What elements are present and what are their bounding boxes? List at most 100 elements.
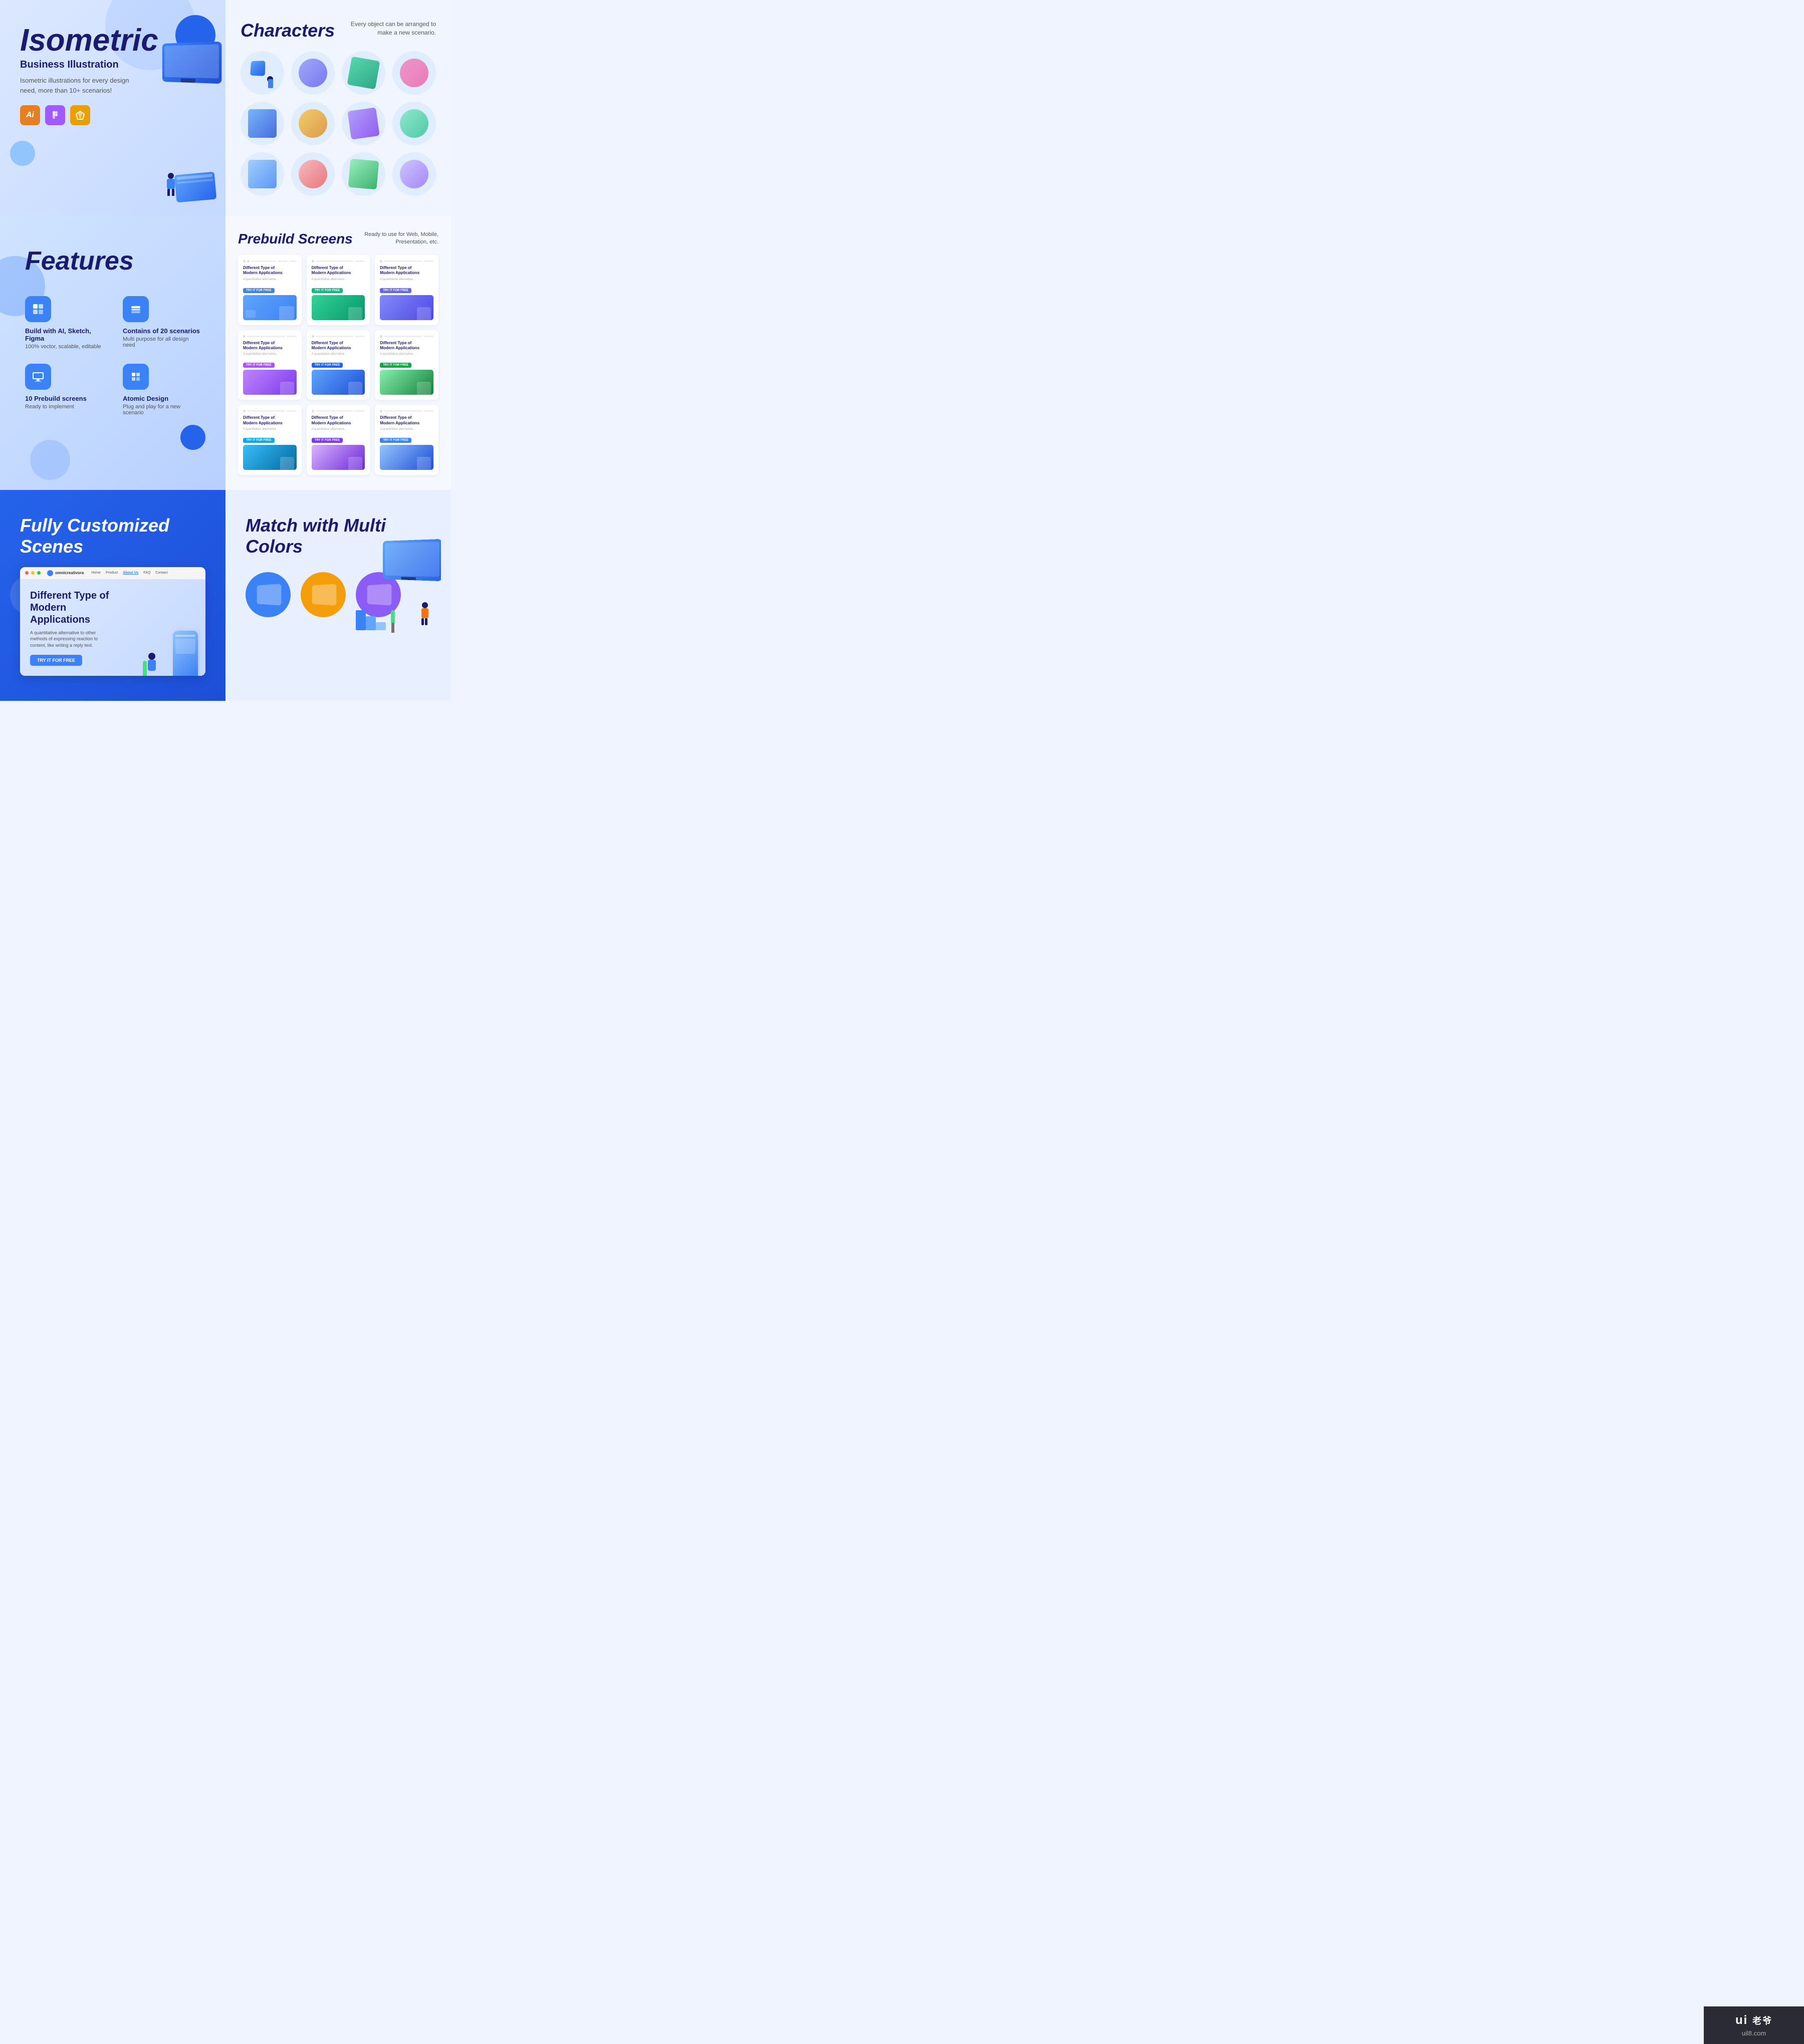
char-5 (241, 102, 284, 145)
char-6 (291, 102, 335, 145)
nav-about[interactable]: About Us (123, 571, 138, 575)
prebuild-panel: Prebuild Screens Ready to use for Web, M… (225, 216, 451, 490)
sc4-btn[interactable]: TRY IT FOR FREE (243, 363, 275, 368)
iso-steps (356, 610, 386, 630)
sc6-header (380, 335, 433, 338)
mini-cta-button[interactable]: TRY IT FOR FREE (30, 655, 82, 666)
figma-svg (50, 110, 60, 120)
feature-4-name: Atomic Design (123, 395, 200, 402)
nav-contact: Contact (155, 571, 167, 575)
hero-title: Isometric (20, 25, 205, 56)
sc7-btn[interactable]: TRY IT FOR FREE (243, 438, 275, 443)
sc8-btn[interactable]: TRY IT FOR FREE (312, 438, 343, 443)
custom-title: Fully Customized Scenes (20, 515, 205, 557)
custom-panel: Fully Customized Scenes omnicreativora H… (0, 490, 225, 701)
blob-2 (30, 440, 70, 480)
browser-dot-red (25, 571, 29, 575)
sc6-btn[interactable]: TRY IT FOR FREE (380, 363, 411, 368)
browser-logo-text: omnicreativora (55, 571, 84, 575)
feature-4-sub: Plug and play for a new scenario (123, 404, 200, 416)
layers-icon (129, 302, 143, 316)
browser-dot-yellow (31, 571, 35, 575)
sc2-img (312, 295, 365, 320)
sc6-text: A quantitative alternative... (380, 353, 433, 357)
ai-icon-badge: Ai (20, 105, 40, 125)
sc9-img (380, 445, 433, 470)
sc2-btn[interactable]: TRY IT FOR FREE (312, 288, 343, 293)
char-11 (342, 152, 385, 196)
color-bubble-blue (246, 572, 291, 617)
char-4 (392, 51, 436, 95)
char-1 (241, 51, 284, 95)
blob-3 (180, 425, 205, 450)
hero-tool-icons: Ai (20, 105, 205, 125)
feature-3-icon-box (25, 364, 51, 390)
prebuild-title: Prebuild Screens (238, 231, 353, 247)
top-section: Isometric Business Illustration Isometri… (0, 0, 451, 216)
prebuild-header: Prebuild Screens Ready to use for Web, M… (238, 231, 438, 247)
char-8 (392, 102, 436, 145)
figma-icon-badge (45, 105, 65, 125)
browser-nav: Home Product About Us FAQ Contact (91, 571, 167, 575)
sc5-title: Different Type ofModern Applications (312, 341, 365, 351)
iso-screen-2 (174, 172, 216, 203)
build-icon (31, 302, 45, 316)
feature-2-name: Contains of 20 scenarios (123, 327, 200, 335)
sc3-text: A quantitative alternative... (380, 278, 433, 282)
sc4-header (243, 335, 297, 338)
browser-iso-img (140, 606, 200, 676)
sc7-header (243, 410, 297, 412)
feature-1-sub: 100% vector, scalable, editable (25, 344, 103, 350)
screen-card-5: Different Type ofModern Applications A q… (307, 330, 370, 400)
mini-hero-desc: A quantitative alternative to other meth… (30, 630, 105, 649)
sc3-title: Different Type ofModern Applications (380, 266, 433, 276)
hero-desc: Isometric illustrations for every design… (20, 76, 135, 95)
char-10 (291, 152, 335, 196)
sc2-title: Different Type ofModern Applications (312, 266, 365, 276)
sc3-btn[interactable]: TRY IT FOR FREE (380, 288, 411, 293)
char-9 (241, 152, 284, 196)
screen-card-8: Different Type ofModern Applications A q… (307, 405, 370, 475)
browser-bar: omnicreativora Home Product About Us FAQ… (20, 567, 205, 580)
feature-3-sub: Ready to implement (25, 404, 103, 410)
sc4-text: A quantitative alternative... (243, 353, 297, 357)
person-fig-1 (166, 173, 175, 196)
screen-card-7: Different Type ofModern Applications A q… (238, 405, 302, 475)
feature-2-sub: Multi purpose for all design need (123, 336, 200, 348)
feature-2: Contains of 20 scenarios Multi purpose f… (123, 296, 200, 350)
sc6-img (380, 370, 433, 395)
screens-grid: Different Type ofModern Applications A q… (238, 255, 438, 475)
nav-home: Home (91, 571, 101, 575)
prebuild-desc: Ready to use for Web, Mobile, Presentati… (358, 231, 438, 246)
char-3 (342, 51, 385, 95)
feature-1-icon-box (25, 296, 51, 322)
features-grid: Build with AI, Sketch, Figma 100% vector… (25, 296, 200, 416)
screen-card-2: Different Type ofModern Applications A q… (307, 255, 370, 325)
sc5-text: A quantitative alternative... (312, 353, 365, 357)
screen-card-1: Different Type ofModern Applications A q… (238, 255, 302, 325)
screen-card-4: Different Type ofModern Applications A q… (238, 330, 302, 400)
sc4-img (243, 370, 297, 395)
sc9-btn[interactable]: TRY IT FOR FREE (380, 438, 411, 443)
characters-panel: Characters Every object can be arranged … (225, 0, 451, 216)
characters-title: Characters (241, 20, 335, 41)
deco-circle-3 (10, 141, 35, 166)
watermark: ui 老爷 uil8.com (1704, 2006, 1804, 2044)
nav-product: Product (106, 571, 118, 575)
browser-mockup: omnicreativora Home Product About Us FAQ… (20, 567, 205, 676)
characters-header: Characters Every object can be arranged … (241, 20, 436, 41)
screen-card-6: Different Type ofModern Applications A q… (375, 330, 438, 400)
sc7-title: Different Type ofModern Applications (243, 415, 297, 426)
sketch-svg (75, 110, 86, 120)
sc1-btn[interactable]: TRY IT FOR FREE (243, 288, 275, 293)
char-7 (342, 102, 385, 145)
hero-panel: Isometric Business Illustration Isometri… (0, 0, 225, 216)
iso-main-screen (383, 539, 441, 581)
sc5-btn[interactable]: TRY IT FOR FREE (312, 363, 343, 368)
mini-hero-title: Different Type of Modern Applications (30, 590, 120, 626)
atomic-icon (129, 370, 143, 384)
sc8-text: A quantitative alternative... (312, 428, 365, 432)
features-title: Features (25, 246, 200, 276)
sc8-header (312, 410, 365, 412)
char-12 (392, 152, 436, 196)
